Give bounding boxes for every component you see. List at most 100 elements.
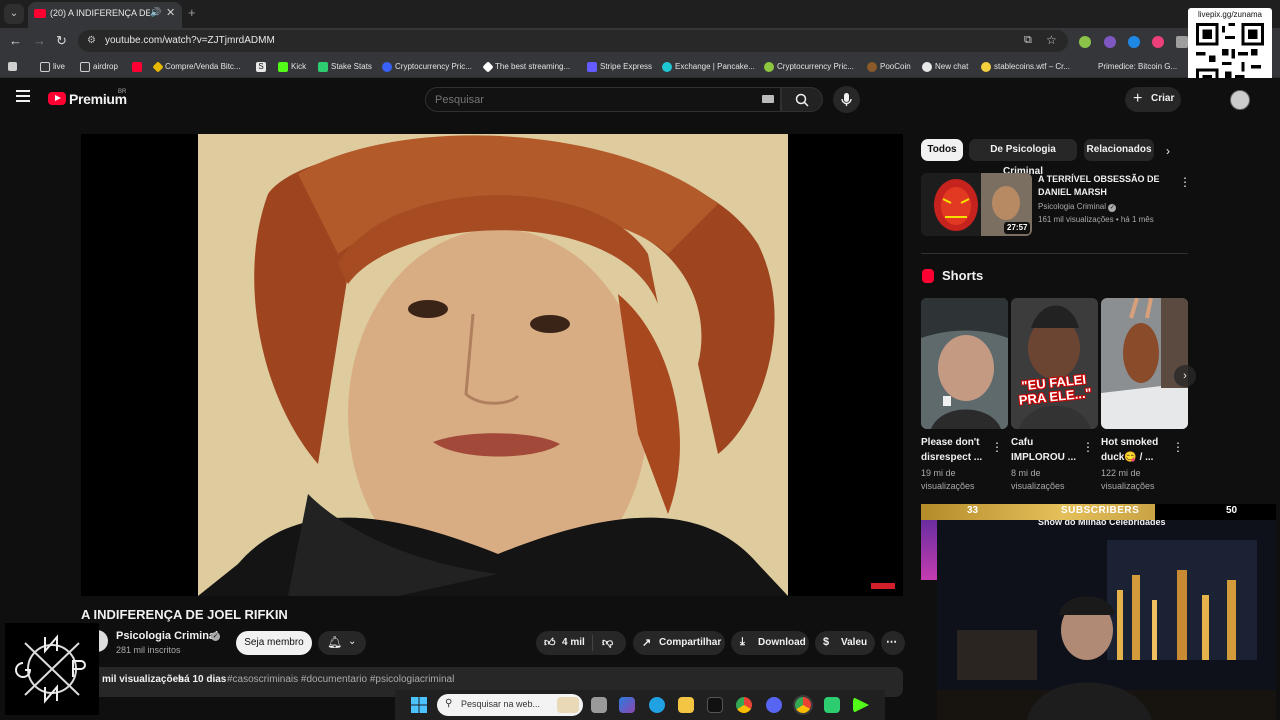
search-box[interactable] bbox=[425, 87, 781, 112]
bookmark-streaming[interactable]: The best streaming... bbox=[482, 60, 570, 73]
bookmark-star-icon[interactable]: ☆ bbox=[1046, 33, 1057, 47]
back-arrow-icon[interactable]: ← bbox=[9, 33, 22, 48]
forward-arrow-icon[interactable]: → bbox=[33, 33, 46, 48]
extension-pink-icon[interactable] bbox=[1152, 36, 1164, 48]
taskbar-search-text: Pesquisar na web... bbox=[461, 699, 541, 709]
recommendation-meta: 161 mil visualizações • há 1 mês bbox=[1038, 215, 1154, 224]
taskbar-search[interactable]: ⚲ Pesquisar na web... bbox=[437, 694, 583, 716]
youtube-logo-icon[interactable] bbox=[48, 92, 66, 105]
chrome-active-icon[interactable] bbox=[795, 697, 811, 713]
short-title[interactable]: Please don't disrespect ... bbox=[921, 435, 996, 465]
search-icon: ⚲ bbox=[445, 698, 453, 709]
bookmark-live[interactable]: live bbox=[40, 60, 65, 73]
create-button[interactable]: + Criar bbox=[1125, 87, 1181, 112]
reload-icon[interactable]: ↻ bbox=[56, 33, 67, 49]
poocoin-icon bbox=[867, 61, 877, 72]
url-text: youtube.com/watch?v=ZJTjmrdADMM bbox=[105, 35, 275, 46]
bookmark-stake-stats[interactable]: Stake Stats bbox=[318, 60, 372, 73]
site-info-icon[interactable]: ⚙ bbox=[87, 35, 96, 46]
close-tab-icon[interactable]: ✕ bbox=[166, 6, 175, 19]
more-actions-button[interactable]: ⋯ bbox=[881, 631, 905, 655]
bookmark-pancake[interactable]: Exchange | Pancake... bbox=[662, 60, 755, 73]
short-thumbnail[interactable]: "EU FALEI PRA ELE..." bbox=[1011, 298, 1098, 429]
keyboard-icon[interactable] bbox=[762, 95, 774, 103]
download-icon: ⤓ bbox=[740, 636, 745, 648]
streaming-app-icon[interactable] bbox=[824, 697, 840, 713]
bookmark-airdrop[interactable]: airdrop bbox=[80, 60, 118, 73]
bookmark-new-chat[interactable]: New chat bbox=[922, 60, 968, 73]
hashtags[interactable]: #casoscriminais #documentario #psicologi… bbox=[227, 674, 454, 685]
tiktok-icon[interactable] bbox=[707, 697, 723, 713]
address-bar[interactable]: ⚙ youtube.com/watch?v=ZJTjmrdADMM ⧉ ☆ bbox=[78, 30, 1068, 52]
channel-name[interactable]: Psicologia Criminal bbox=[116, 630, 218, 642]
more-vertical-icon[interactable]: ⋮ bbox=[1179, 175, 1191, 189]
browser-tab-active[interactable]: (20) A INDIFERENÇA DE JO... 🔊 ✕ bbox=[28, 2, 182, 28]
bookmark-primedice[interactable]: Primedice: Bitcoin G... bbox=[1098, 60, 1177, 73]
pancakeswap-icon bbox=[662, 61, 672, 72]
bookmark-cryptocurrency-2[interactable]: Cryptocurrency Pric... bbox=[764, 60, 854, 73]
chip-channel[interactable]: De Psicologia Criminal bbox=[969, 139, 1077, 177]
recommendation-title[interactable]: A TERRÍVEL OBSESSÃO DE DANIEL MARSH bbox=[1038, 173, 1178, 199]
more-vertical-icon[interactable]: ⋮ bbox=[1082, 440, 1094, 454]
task-view-icon[interactable] bbox=[591, 697, 607, 713]
chevron-right-icon[interactable]: › bbox=[1166, 144, 1170, 158]
thumbs-down-icon[interactable]: 👎︎ bbox=[602, 636, 613, 649]
extensions-puzzle-icon[interactable] bbox=[1176, 36, 1188, 48]
notification-bell-button[interactable]: 🔔︎ ⌄ bbox=[318, 631, 366, 655]
short-thumbnail[interactable] bbox=[1101, 298, 1188, 429]
section-divider bbox=[921, 253, 1188, 254]
bookmark-stake[interactable]: S bbox=[256, 60, 266, 73]
share-label: Compartilhar bbox=[659, 637, 722, 648]
bookmark-cryptocurrency-1[interactable]: Cryptocurrency Pric... bbox=[382, 60, 472, 73]
bookmark-compre-venda[interactable]: Compre/Venda Bitc... bbox=[152, 60, 241, 73]
video-portrait-image bbox=[198, 134, 788, 596]
extension-shield-icon[interactable] bbox=[1128, 36, 1140, 48]
upload-age: há 10 dias bbox=[178, 674, 227, 685]
short-title[interactable]: Cafu IMPLOROU ... bbox=[1011, 435, 1086, 465]
join-button[interactable]: Seja membro bbox=[236, 631, 312, 655]
share-button[interactable]: ↗ Compartilhar bbox=[633, 631, 725, 655]
chrome-icon[interactable] bbox=[736, 697, 752, 713]
tab-search-button[interactable]: ⌄ bbox=[4, 4, 24, 24]
apps-grid-icon[interactable] bbox=[8, 60, 17, 73]
video-player[interactable] bbox=[81, 134, 903, 596]
chip-related[interactable]: Relacionados bbox=[1084, 139, 1154, 161]
new-tab-button[interactable]: + bbox=[188, 5, 196, 20]
thumbs-up-icon[interactable]: 👍︎ bbox=[544, 636, 556, 649]
extension-leaf-icon[interactable] bbox=[1079, 36, 1091, 48]
file-explorer-icon[interactable] bbox=[678, 697, 694, 713]
speaker-icon[interactable]: 🔊 bbox=[150, 7, 161, 18]
more-vertical-icon[interactable]: ⋮ bbox=[991, 440, 1003, 454]
install-app-icon[interactable]: ⧉ bbox=[1024, 34, 1032, 47]
bookmark-kick[interactable]: Kick bbox=[278, 60, 306, 73]
copilot-icon[interactable] bbox=[619, 697, 635, 713]
bookmark-stablecoins[interactable]: stablecoins.wtf – Cr... bbox=[981, 60, 1070, 73]
shorts-next-button[interactable]: › bbox=[1174, 365, 1196, 387]
download-button[interactable]: ⤓ Download bbox=[731, 631, 809, 655]
voice-search-button[interactable] bbox=[833, 86, 860, 113]
search-button[interactable] bbox=[781, 87, 823, 112]
account-avatar[interactable] bbox=[1230, 90, 1250, 110]
thanks-button[interactable]: $ Valeu bbox=[815, 631, 875, 655]
kick-app-icon[interactable] bbox=[853, 697, 869, 713]
search-input[interactable] bbox=[435, 94, 735, 106]
recommendation-channel[interactable]: Psicologia Criminal ✓ bbox=[1038, 202, 1117, 212]
short-thumbnail[interactable] bbox=[921, 298, 1008, 429]
menu-icon[interactable] bbox=[16, 90, 30, 102]
share-arrow-icon: ↗ bbox=[642, 637, 652, 649]
kick-icon bbox=[278, 61, 288, 72]
bookmark-poocoin[interactable]: PooCoin bbox=[867, 60, 911, 73]
discord-icon[interactable] bbox=[766, 697, 782, 713]
bookmark-stripe[interactable]: Stripe Express bbox=[587, 60, 652, 73]
extension-purple-icon[interactable] bbox=[1104, 36, 1116, 48]
more-vertical-icon[interactable]: ⋮ bbox=[1172, 440, 1184, 454]
edge-icon[interactable] bbox=[649, 697, 665, 713]
chip-todos[interactable]: Todos bbox=[921, 139, 963, 161]
short-title[interactable]: Hot smoked duck😋 / ... bbox=[1101, 435, 1176, 465]
video-title: A INDIFERENÇA DE JOEL RIFKIN bbox=[81, 607, 288, 622]
partial-recommendation-thumbnail[interactable] bbox=[921, 520, 937, 580]
bookmark-youtube[interactable] bbox=[132, 60, 142, 73]
windows-start-icon[interactable] bbox=[411, 697, 427, 713]
youtube-masthead: Premium BR + Criar bbox=[0, 78, 1280, 122]
like-count[interactable]: 4 mil bbox=[562, 637, 585, 648]
